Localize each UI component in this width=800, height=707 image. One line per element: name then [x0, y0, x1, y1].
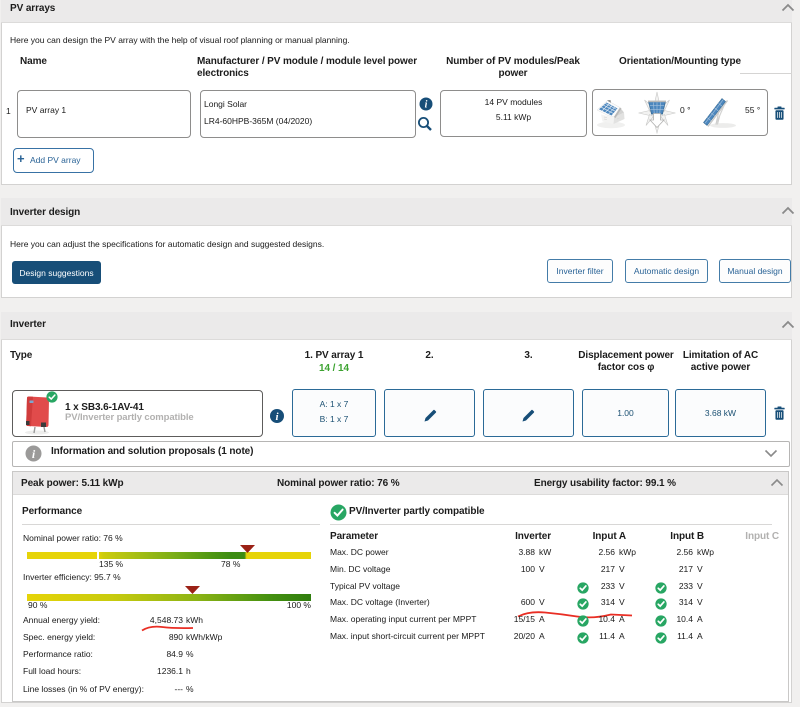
- svg-text:i: i: [425, 100, 428, 111]
